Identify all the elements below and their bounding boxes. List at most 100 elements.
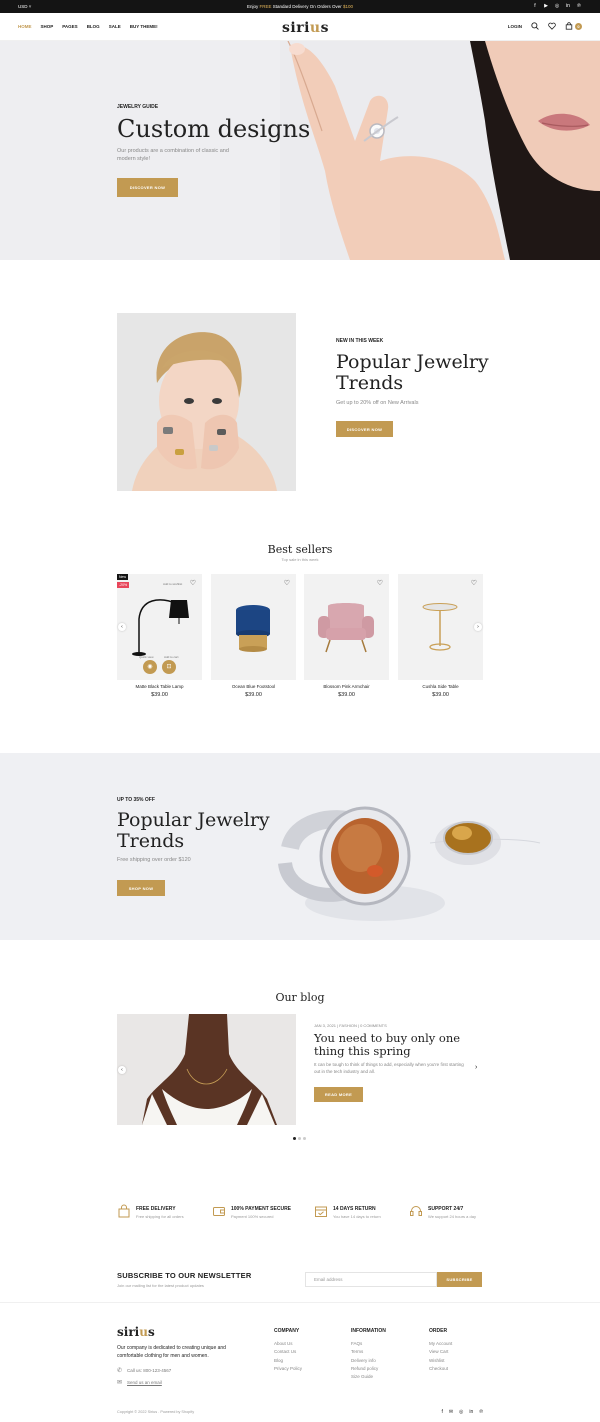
footer-link[interactable]: Wishlist	[429, 1358, 452, 1363]
nav-shop[interactable]: SHOP	[41, 24, 54, 29]
hero-description: Our products are a combination of classi…	[117, 148, 229, 162]
slider-dot-active[interactable]	[293, 1137, 296, 1140]
footer-phone[interactable]: ✆ Call us: 800-123-4567	[117, 1367, 171, 1374]
newsletter-email-input[interactable]: Email address	[305, 1272, 437, 1287]
blog-next-button[interactable]: ›	[475, 1064, 477, 1071]
quick-view-button[interactable]: ◉	[143, 660, 157, 674]
main-nav: HOME SHOP PAGES BLOG SALE BUY THEME!	[18, 24, 158, 29]
carousel-prev-button[interactable]: ‹	[118, 623, 126, 631]
subscribe-button[interactable]: SUBSCRIBE	[437, 1272, 482, 1287]
chevron-right-icon: ›	[477, 624, 479, 630]
slider-dot[interactable]	[303, 1137, 306, 1140]
footer-col-information: INFORMATION FAQs Terms Delivery info Ref…	[351, 1328, 386, 1380]
footer-link[interactable]: Privacy Policy	[274, 1366, 302, 1371]
site-footer: sirius Our company is dedicated to creat…	[0, 1302, 600, 1422]
footer-link[interactable]: Terms	[351, 1349, 386, 1354]
linkedin-icon[interactable]: in	[565, 3, 571, 9]
pinterest-icon[interactable]: ℗	[479, 1409, 483, 1415]
footer-logo[interactable]: sirius	[117, 1325, 155, 1339]
instagram-icon[interactable]: ◎	[554, 3, 560, 9]
nav-pages[interactable]: PAGES	[62, 24, 77, 29]
login-link[interactable]: LOGIN	[508, 24, 522, 29]
footer-link[interactable]: FAQs	[351, 1341, 386, 1346]
announcement-bar: USD ˅ Enjoy FREE Standard Delivery On Or…	[0, 0, 600, 13]
topbar-socials: f ▶ ◎ in ℗	[532, 3, 582, 9]
footer-link[interactable]: Size Guide	[351, 1374, 386, 1379]
add-to-cart-tooltip: Add to cart	[164, 655, 179, 659]
wishlist-tooltip: Add to wishlist	[163, 582, 183, 586]
mail-icon[interactable]: ✉	[449, 1409, 453, 1415]
product-image	[318, 603, 374, 653]
banner-shop-button[interactable]: SHOP NOW	[117, 880, 165, 896]
footer-link[interactable]: Checkout	[429, 1366, 452, 1371]
trends-description: Get up to 20% off on New Arrivals	[336, 400, 419, 406]
mail-icon: ✉	[117, 1380, 123, 1386]
slider-dot[interactable]	[298, 1137, 301, 1140]
banner-description: Free shipping over order $120	[117, 857, 191, 863]
hero-discover-button[interactable]: DISCOVER NOW	[117, 178, 178, 197]
newsletter-subtitle: Join our mailing list for the latest pro…	[117, 1283, 204, 1288]
blog-prev-button[interactable]: ‹	[118, 1066, 126, 1074]
banner-title: Popular Jewelry Trends	[117, 809, 270, 852]
footer-link[interactable]: View Cart	[429, 1349, 452, 1354]
add-to-cart-button[interactable]: ⊡	[162, 660, 176, 674]
nav-buy-theme[interactable]: BUY THEME!	[130, 24, 158, 29]
product-card[interactable]: ♡ Ocean Blue Footstool $39.00	[211, 574, 296, 698]
footer-link[interactable]: Blog	[274, 1358, 302, 1363]
read-more-button[interactable]: READ MORE	[314, 1087, 363, 1102]
trends-kicker: NEW IN THIS WEEK	[336, 338, 384, 344]
ring-image	[278, 806, 541, 921]
footer-link[interactable]: My Account	[429, 1341, 452, 1346]
footer-link[interactable]: Refund policy	[351, 1366, 386, 1371]
nav-blog[interactable]: BLOG	[87, 24, 100, 29]
footer-about: Our company is dedicated to creating uni…	[117, 1345, 226, 1359]
cart-button[interactable]: 0	[565, 22, 582, 30]
bestsellers-title: Best sellers	[267, 543, 333, 556]
hero-kicker: JEWELRY GUIDE	[117, 104, 159, 110]
footer-link[interactable]: About Us	[274, 1341, 302, 1346]
pinterest-icon[interactable]: ℗	[576, 3, 582, 9]
linkedin-icon[interactable]: in	[469, 1409, 473, 1415]
product-name[interactable]: Matte Black Table Lamp	[117, 684, 202, 689]
wishlist-heart-icon[interactable]: ♡	[284, 579, 290, 587]
site-logo[interactable]: sirius	[282, 20, 329, 36]
product-price: $39.00	[245, 692, 262, 698]
carousel-next-button[interactable]: ›	[474, 623, 482, 631]
wishlist-heart-icon[interactable]: ♡	[190, 579, 196, 587]
heart-icon[interactable]	[548, 22, 556, 30]
product-name[interactable]: Ocean Blue Footstool	[211, 684, 296, 689]
phone-icon: ✆	[117, 1368, 123, 1374]
footer-link[interactable]: Delivery info	[351, 1358, 386, 1363]
nav-home[interactable]: HOME	[18, 24, 32, 29]
youtube-icon[interactable]: ▶	[543, 3, 549, 9]
product-card[interactable]: ♡ Blossom Pink Armchair $39.00	[304, 574, 389, 698]
nav-sale[interactable]: SALE	[109, 24, 121, 29]
footer-email[interactable]: ✉ Send us an email	[117, 1379, 162, 1386]
banner-kicker: UP TO 35% OFF	[117, 797, 155, 803]
search-icon[interactable]	[531, 22, 539, 30]
wishlist-heart-icon[interactable]: ♡	[471, 579, 477, 587]
new-badge: New	[117, 574, 129, 580]
instagram-icon[interactable]: ◎	[459, 1409, 463, 1415]
trends-title: Popular Jewelry Trends	[336, 351, 489, 394]
footer-link[interactable]: Contact Us	[274, 1349, 302, 1354]
chevron-left-icon: ‹	[121, 624, 123, 630]
blog-image[interactable]	[117, 1014, 296, 1125]
trends-discover-button[interactable]: DISCOVER NOW	[336, 421, 393, 437]
footer-socials: f ✉ ◎ in ℗	[441, 1409, 483, 1415]
product-card[interactable]: New -20% Add to wishlist ♡ Quick view Ad…	[117, 574, 202, 698]
wishlist-heart-icon[interactable]: ♡	[377, 579, 383, 587]
hero-banner: JEWELRY GUIDE Custom designs Our product…	[0, 41, 600, 260]
promo-banner: UP TO 35% OFF Popular Jewelry Trends Fre…	[0, 753, 600, 940]
promo-text: Enjoy FREE Standard Delivery On Orders O…	[246, 4, 354, 9]
product-price: $39.00	[338, 692, 355, 698]
headset-icon	[410, 1206, 422, 1216]
bestsellers-subtitle: Top sale in this week	[281, 557, 319, 562]
product-card[interactable]: ♡ Cushla Side Table $39.00	[398, 574, 483, 698]
cart-count-badge: 0	[575, 22, 582, 30]
product-name[interactable]: Cushla Side Table	[398, 684, 483, 689]
facebook-icon[interactable]: f	[532, 3, 538, 9]
post-title[interactable]: You need to buy only one thing this spri…	[314, 1032, 464, 1058]
facebook-icon[interactable]: f	[441, 1409, 442, 1415]
product-name[interactable]: Blossom Pink Armchair	[304, 684, 389, 689]
